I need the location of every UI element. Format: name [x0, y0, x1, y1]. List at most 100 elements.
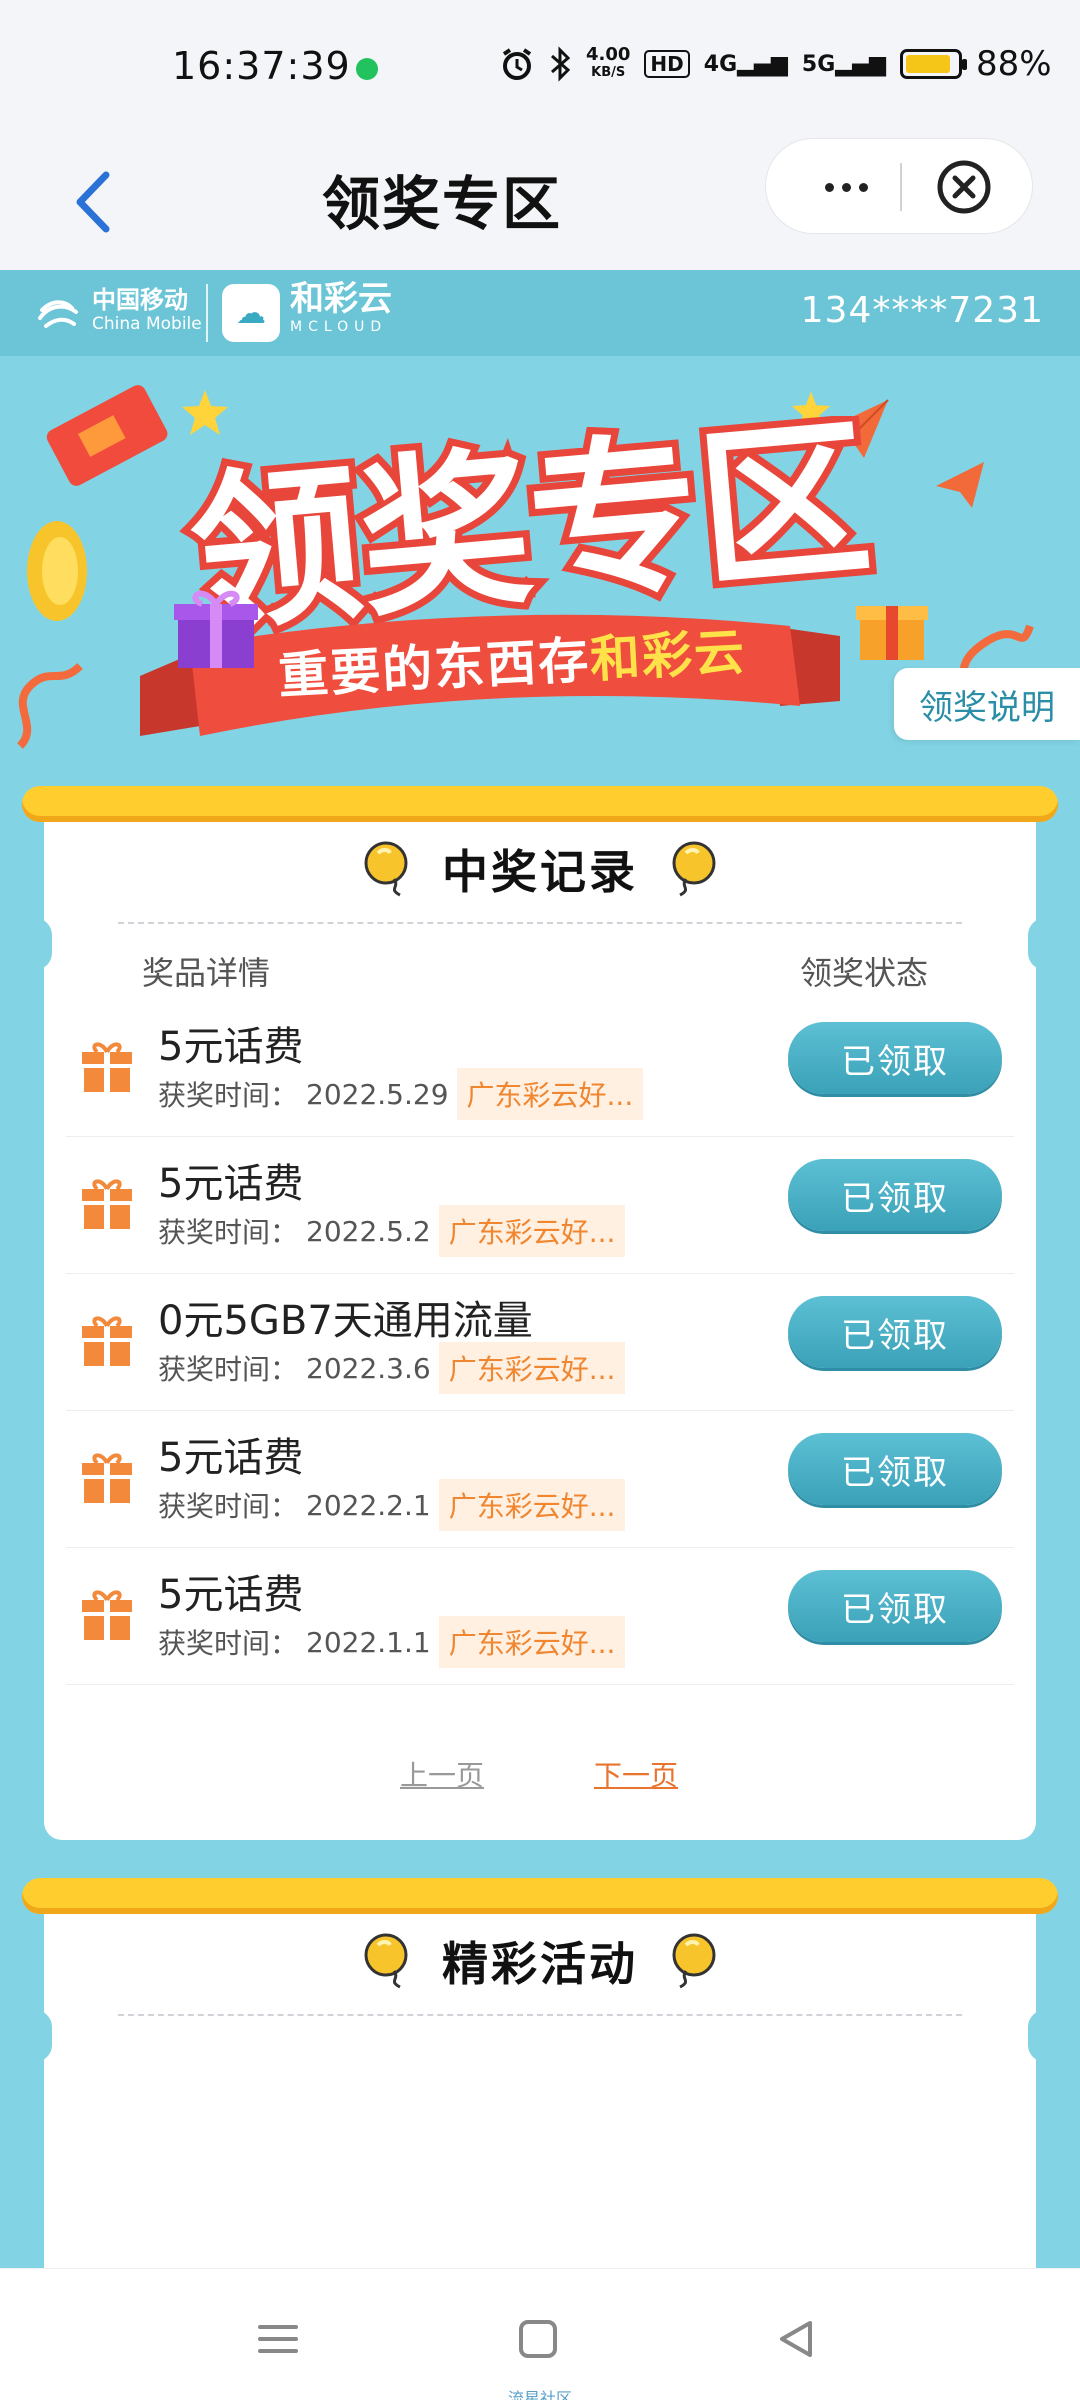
prize-source-tag: 广东彩云好...	[438, 1205, 626, 1257]
rules-button[interactable]: 领奖说明	[894, 668, 1080, 740]
card-notch-left	[18, 918, 52, 970]
prize-date-label: 获奖时间：	[158, 1353, 299, 1386]
col-header-status: 领奖状态	[800, 954, 929, 992]
activities-divider	[118, 2014, 962, 2016]
activities-section: 精彩活动	[18, 1878, 1062, 2292]
status-icons: 4.00 KB/S HD 4G▂▄▆ 5G▂▄▆ 88%	[500, 44, 1052, 84]
prize-date: 获奖时间： 2022.3.6 广东彩云好...	[158, 1342, 626, 1394]
card-top-bar	[22, 1878, 1058, 1914]
svg-text:领奖专区: 领奖专区	[183, 416, 878, 636]
mcloud-icon: ☁	[222, 284, 280, 342]
next-page-link[interactable]: 下一页	[594, 1754, 678, 1794]
banner-title-art: 领奖专区	[176, 416, 885, 636]
china-mobile-zh: 中国移动	[92, 286, 188, 314]
home-square-icon[interactable]	[508, 2309, 568, 2369]
card-notch-right	[1028, 2010, 1062, 2062]
prize-date: 获奖时间： 2022.5.29 广东彩云好...	[158, 1068, 644, 1120]
record-row: 5元话费 获奖时间： 2022.2.1 广东彩云好... 已领取	[66, 1411, 1014, 1548]
watermark-text: 流星社区	[507, 2389, 572, 2400]
activities-card: 精彩活动	[18, 1892, 1062, 2292]
prize-date-label: 获奖时间：	[158, 1627, 299, 1660]
mini-program-capsule	[765, 138, 1033, 234]
prize-date-label: 获奖时间：	[158, 1490, 299, 1523]
prize-source-tag: 广东彩云好...	[438, 1342, 626, 1394]
brand-divider	[206, 284, 208, 342]
prize-name: 5元话费	[158, 1572, 304, 1618]
coin-decoration	[27, 521, 87, 621]
prize-date: 获奖时间： 2022.2.1 广东彩云好...	[158, 1479, 626, 1531]
prize-date: 获奖时间： 2022.5.2 广东彩云好...	[158, 1205, 626, 1257]
mcloud-zh: 和彩云	[290, 279, 392, 319]
purple-gift-icon	[174, 590, 258, 668]
page-title: 领奖专区	[322, 170, 563, 238]
prize-name: 5元话费	[158, 1024, 304, 1070]
claim-status-button[interactable]: 已领取	[788, 1022, 1002, 1094]
orange-gift-icon	[856, 606, 928, 660]
gift-icon	[80, 1312, 134, 1368]
notification-dot-icon	[356, 58, 378, 80]
record-row: 5元话费 获奖时间： 2022.5.29 广东彩云好... 已领取	[66, 1000, 1014, 1137]
china-mobile-swirl-icon	[38, 300, 78, 328]
prize-date: 获奖时间： 2022.1.1 广东彩云好...	[158, 1616, 626, 1668]
mcloud-en: MCLOUD	[290, 319, 388, 335]
card-top-bar	[22, 786, 1058, 822]
prize-date-label: 获奖时间：	[158, 1216, 299, 1249]
title-bar: 领奖专区	[0, 135, 1080, 270]
menu-icon[interactable]	[248, 2309, 308, 2369]
more-button[interactable]	[796, 153, 896, 221]
paper-plane-decoration	[936, 462, 984, 508]
claim-status-button[interactable]: 已领取	[788, 1570, 1002, 1642]
card-notch-right	[1028, 918, 1062, 970]
records-card: 中奖记录 奖品详情 领奖状态 5元话费 获奖时间： 2022.5.29 广东彩云好..…	[18, 800, 1062, 1840]
status-time: 16:37:39	[172, 44, 351, 88]
prize-date-label: 获奖时间：	[158, 1079, 299, 1112]
prize-name: 5元话费	[158, 1435, 304, 1481]
balloon-icon	[364, 1933, 408, 1989]
back-triangle-icon[interactable]	[766, 2309, 826, 2369]
prize-source-tag: 广东彩云好...	[456, 1068, 644, 1120]
prize-date-value: 2022.2.1	[306, 1488, 431, 1522]
record-row: 0元5GB7天通用流量 获奖时间： 2022.3.6 广东彩云好... 已领取	[66, 1274, 1014, 1411]
prize-source-tag: 广东彩云好...	[438, 1616, 626, 1668]
network-speed: 4.00 KB/S	[586, 44, 631, 81]
back-button[interactable]	[50, 157, 140, 247]
card-notch-left	[18, 2010, 52, 2062]
prize-name: 5元话费	[158, 1161, 304, 1207]
gift-icon	[80, 1586, 134, 1642]
prize-name: 0元5GB7天通用流量	[158, 1298, 533, 1344]
prev-page-link[interactable]: 上一页	[400, 1754, 484, 1794]
claim-status-button[interactable]: 已领取	[788, 1433, 1002, 1505]
claim-status-button[interactable]: 已领取	[788, 1159, 1002, 1231]
close-circle-icon[interactable]	[934, 157, 994, 217]
battery-percent: 88%	[976, 44, 1052, 84]
prize-date-value: 2022.1.1	[306, 1625, 431, 1659]
bluetooth-icon	[551, 46, 571, 82]
brand-bar: 中国移动 China Mobile ☁ 和彩云 MCLOUD 134****7231	[0, 270, 1080, 356]
mcloud-logo: ☁ 和彩云 MCLOUD	[222, 279, 392, 342]
claim-status-button[interactable]: 已领取	[788, 1296, 1002, 1368]
record-row: 5元话费 获奖时间： 2022.1.1 广东彩云好... 已领取	[66, 1548, 1014, 1685]
prize-source-tag: 广东彩云好...	[438, 1479, 626, 1531]
battery-level	[906, 55, 951, 73]
china-mobile-en: China Mobile	[92, 314, 202, 334]
gift-icon	[80, 1038, 134, 1094]
signal-4g-icon: 4G▂▄▆	[703, 51, 788, 77]
gift-icon	[80, 1175, 134, 1231]
records-divider	[118, 922, 962, 924]
activities-title: 精彩活动	[442, 1937, 638, 1991]
record-row: 5元话费 获奖时间： 2022.5.2 广东彩云好... 已领取	[66, 1137, 1014, 1274]
gift-icon	[80, 1449, 134, 1505]
signal-5g-icon: 5G▂▄▆	[801, 51, 887, 77]
balloon-icon	[364, 841, 408, 897]
prize-date-value: 2022.5.29	[306, 1077, 449, 1111]
user-phone: 134****7231	[800, 290, 1044, 331]
back-arrow-icon	[76, 171, 110, 233]
hd-badge: HD	[644, 50, 690, 78]
alarm-icon	[502, 48, 532, 80]
balloon-icon	[672, 1933, 716, 1989]
china-mobile-logo: 中国移动 China Mobile	[34, 288, 202, 336]
balloon-icon	[672, 841, 716, 897]
records-title: 中奖记录	[442, 845, 638, 899]
col-header-detail: 奖品详情	[142, 954, 271, 992]
prize-date-value: 2022.3.6	[306, 1351, 431, 1385]
